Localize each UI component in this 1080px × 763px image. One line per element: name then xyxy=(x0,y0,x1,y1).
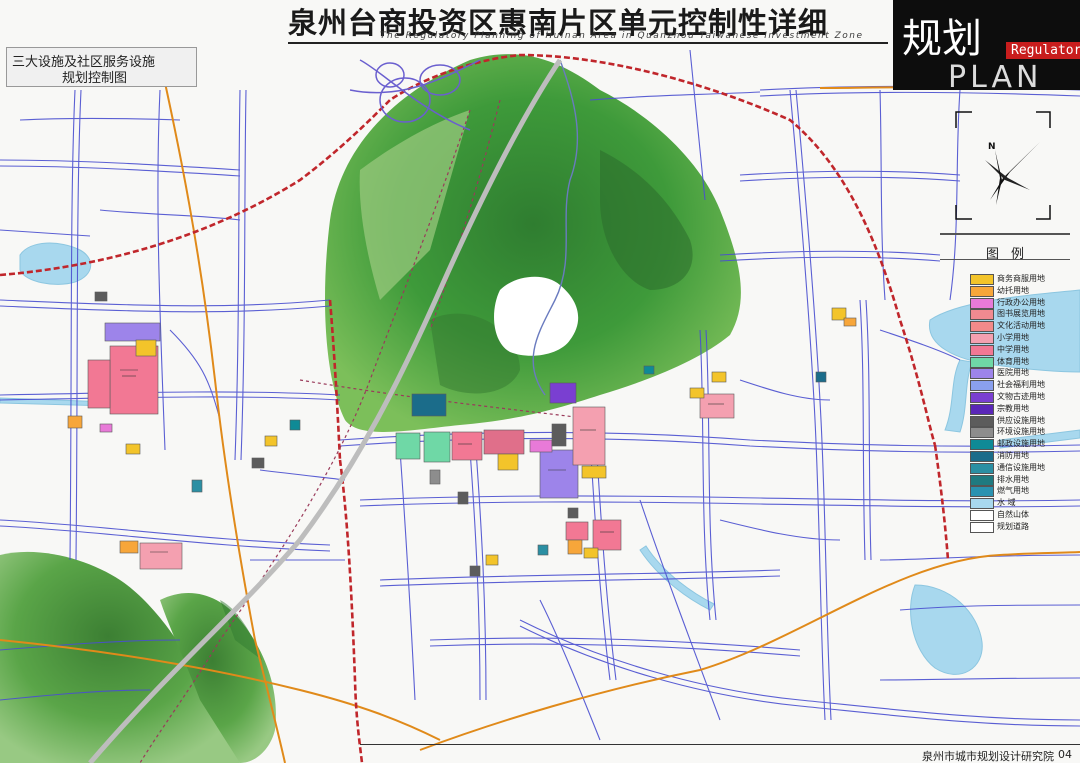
legend-label: 社会福利用地 xyxy=(997,380,1045,390)
legend-swatch xyxy=(970,415,994,427)
parcel-comm-w xyxy=(99,423,113,433)
parcel-util-c7 xyxy=(537,544,549,556)
legend-swatch xyxy=(970,344,994,356)
legend-label: 文物古迹用地 xyxy=(997,392,1045,401)
legend-label: 商务商服用地 xyxy=(997,274,1045,283)
parcel-kinder-e xyxy=(689,387,705,399)
legend-title: 图例 xyxy=(986,247,1037,262)
legend-swatch xyxy=(970,333,994,344)
legend-label: 邮政设施用地 xyxy=(997,439,1045,449)
parcel-kinder-c3 xyxy=(567,539,583,555)
map-subtitle: The Regulatory Planning of Huinan Area i… xyxy=(380,31,864,41)
parcel-utility-w1 xyxy=(94,291,108,302)
legend-label: 幼托用地 xyxy=(997,285,1029,295)
parcel-util-w2 xyxy=(251,457,265,469)
parcel-hospital-c xyxy=(539,449,579,499)
legend-label: 消防用地 xyxy=(997,451,1029,460)
legend-swatch xyxy=(970,486,994,498)
legend-label: 排水用地 xyxy=(997,474,1029,484)
parcel-office-west xyxy=(135,339,157,357)
legend-label: 自然山体 xyxy=(997,510,1029,519)
parcel-school-c3 xyxy=(592,519,622,551)
footer-page-number: 04 xyxy=(1058,748,1072,761)
footer-org: 泉州市城市规划设计研究院 xyxy=(922,750,1054,763)
compass-north-label: N xyxy=(988,142,996,152)
legend-label: 中学用地 xyxy=(997,344,1029,354)
parcel-post-c xyxy=(411,393,447,417)
parcel-school-c2 xyxy=(572,406,606,466)
parcel-school-c1 xyxy=(451,431,483,461)
parcel-util-c2 xyxy=(457,491,469,505)
parcel-kinder-ne2 xyxy=(843,317,857,327)
corner-title-en: PLAN xyxy=(948,60,1043,95)
parcel-kinder-c4 xyxy=(583,547,599,559)
sheet-title-line2: 规划控制图 xyxy=(62,71,128,86)
parcel-kinder-w3 xyxy=(264,435,278,447)
parcel-school-c4 xyxy=(565,521,589,541)
legend-label: 医院用地 xyxy=(997,368,1029,378)
legend-swatch xyxy=(970,521,994,533)
parcel-util-c8 xyxy=(643,365,655,375)
planning-map xyxy=(0,0,1080,763)
legend-swatch xyxy=(970,297,994,309)
parcel-comm-w2 xyxy=(125,443,141,455)
parcel-util-e xyxy=(815,371,827,383)
parcel-culture-c xyxy=(483,429,525,455)
legend-swatch xyxy=(970,285,994,297)
legend-swatch xyxy=(970,462,994,474)
legend-label: 宗教用地 xyxy=(997,403,1029,413)
corner-title-cn: 规划 xyxy=(902,16,982,62)
legend-swatch xyxy=(970,439,994,451)
parcel-sports-c1 xyxy=(395,432,421,460)
map-sheet: 泉州台商投资区惠南片区单元控制性详细 The Regulatory Planni… xyxy=(0,0,1080,763)
corner-tag: Regulatory xyxy=(1006,42,1080,59)
legend-label: 小学用地 xyxy=(997,333,1029,342)
legend-label: 通信设施用地 xyxy=(997,462,1045,472)
parcel-kinder-sw xyxy=(119,540,139,554)
legend-swatch xyxy=(970,427,994,439)
parcel-office-c xyxy=(529,439,553,453)
parcel-school-west-2 xyxy=(87,359,111,409)
legend-label: 行政办公用地 xyxy=(997,297,1045,307)
legend-label: 水 域 xyxy=(997,498,1016,508)
parcel-kinder-e2 xyxy=(711,371,727,383)
legend-swatch xyxy=(970,356,994,368)
parcel-util-c5 xyxy=(485,554,499,566)
title-rule xyxy=(288,42,888,44)
parcel-kinder-c xyxy=(497,453,519,471)
legend-swatch xyxy=(970,309,994,321)
legend-label: 供应设施用地 xyxy=(997,415,1045,425)
legend-swatch xyxy=(970,474,994,486)
footer-rule xyxy=(360,744,1080,745)
parcel-sports-c2 xyxy=(423,431,451,463)
parcel-school-e xyxy=(699,393,735,419)
parcel-temple xyxy=(549,382,577,404)
legend-label: 环境设施用地 xyxy=(997,427,1045,437)
legend-label: 文化活动用地 xyxy=(997,321,1045,331)
legend-swatch xyxy=(970,403,994,415)
legend-swatch xyxy=(970,498,994,510)
legend-swatch xyxy=(970,510,994,521)
parcel-kinder-c2 xyxy=(581,465,607,479)
legend-label: 图书展览用地 xyxy=(997,309,1045,319)
legend-swatch xyxy=(970,380,994,392)
legend-swatch xyxy=(970,392,994,403)
legend-label: 燃气用地 xyxy=(997,486,1029,496)
parcel-school-sw xyxy=(139,542,183,570)
legend-label: 体育用地 xyxy=(997,356,1029,366)
parcel-util-sw xyxy=(191,479,203,493)
parcel-util-c3 xyxy=(551,423,567,447)
legend-label: 规划道路 xyxy=(997,521,1029,531)
parcel-util-c4 xyxy=(567,507,579,519)
legend-swatch xyxy=(970,368,994,380)
legend-swatch xyxy=(970,274,994,285)
legend-swatch xyxy=(970,451,994,462)
parcel-kinder-w xyxy=(67,415,83,429)
parcel-util-w3 xyxy=(289,419,301,431)
parcel-util-c1 xyxy=(429,469,441,485)
legend-swatch xyxy=(970,321,994,333)
parcel-hospital-west xyxy=(104,322,161,342)
parcel-util-c6 xyxy=(469,565,481,577)
